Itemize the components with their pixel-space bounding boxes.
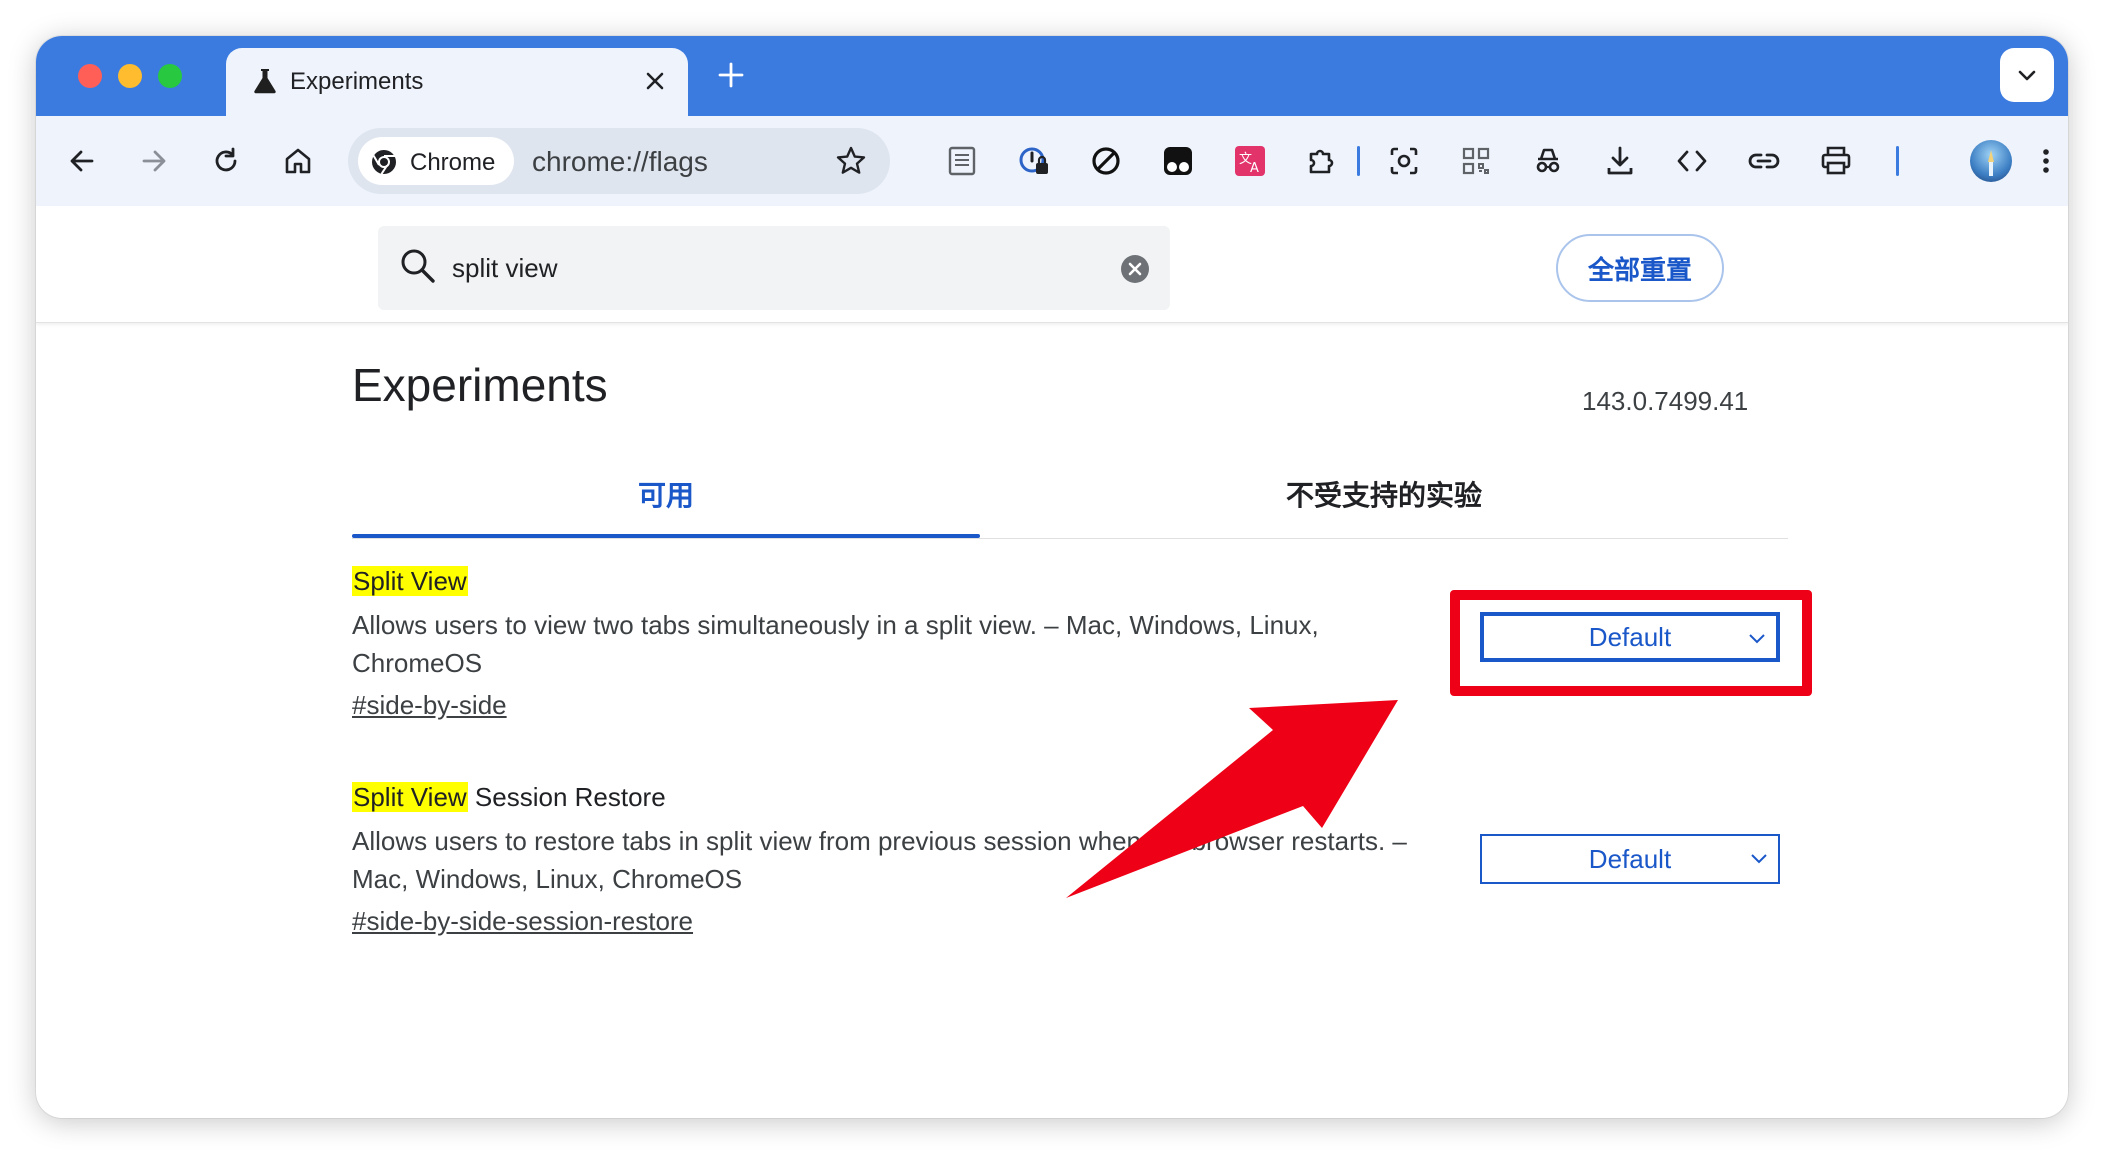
annotation-arrow-icon	[1066, 700, 1398, 898]
browser-window: Experiments Chrome chrome://flags 文 A sp…	[36, 36, 2068, 1118]
